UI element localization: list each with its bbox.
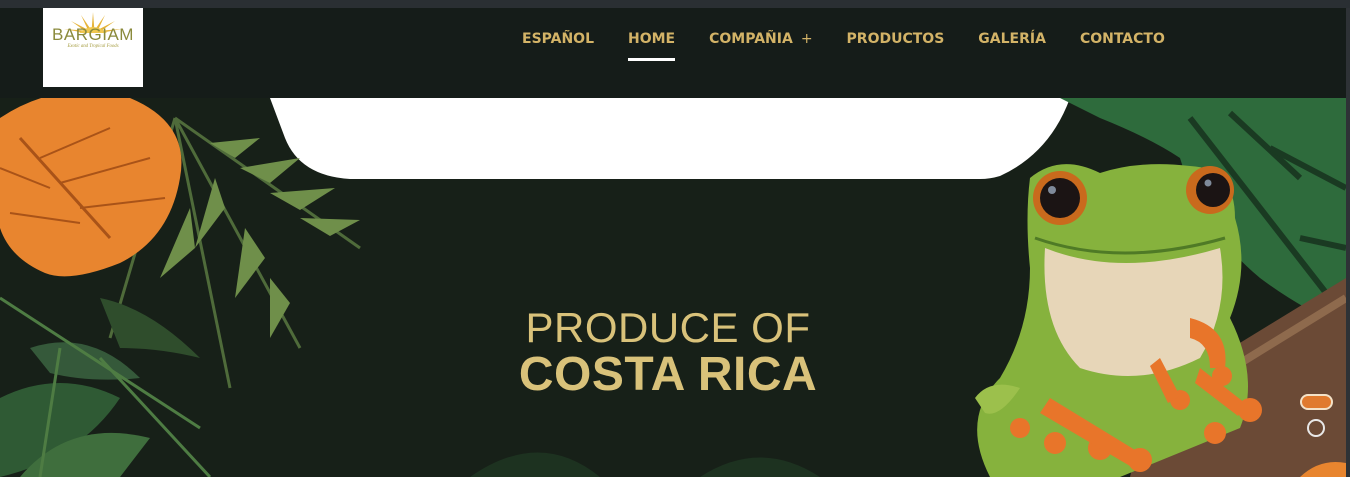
- nav-item-label: COMPAÑIA: [709, 31, 793, 47]
- slider-dot-1[interactable]: [1300, 394, 1333, 410]
- main-nav: ESPAÑOL HOME COMPAÑIA + PRODUCTOS GALERÍA…: [505, 26, 1182, 61]
- submenu-plus-icon[interactable]: +: [801, 31, 813, 47]
- white-panel: [270, 98, 1070, 179]
- nav-item-label: GALERÍA: [978, 31, 1046, 47]
- monstera-leaf-icon: [0, 98, 182, 277]
- nav-item-label: HOME: [628, 31, 676, 47]
- tree-frog-illustration: [975, 164, 1262, 477]
- brand-logo[interactable]: BARGIAM Exotic and Tropical Foods: [43, 8, 143, 87]
- browser-top-strip: [0, 0, 1350, 8]
- brand-name: BARGIAM: [52, 25, 134, 44]
- nav-item-home[interactable]: HOME: [611, 28, 692, 61]
- nav-item-contacto[interactable]: CONTACTO: [1063, 28, 1182, 50]
- hero-headline-line2: COSTA RICA: [518, 348, 818, 401]
- hero-illustration: [0, 98, 1346, 477]
- nav-item-label: CONTACTO: [1079, 31, 1165, 47]
- hero-headline-line1: PRODUCE OF: [525, 304, 811, 351]
- nav-item-productos[interactable]: PRODUCTOS: [830, 28, 962, 50]
- scrollbar[interactable]: [1346, 8, 1350, 477]
- nav-item-compania[interactable]: COMPAÑIA +: [692, 28, 829, 50]
- brand-tagline: Exotic and Tropical Foods: [67, 44, 119, 49]
- hero-slider: PRODUCE OF COSTA RICA: [0, 98, 1346, 477]
- site-header: BARGIAM Exotic and Tropical Foods ESPAÑO…: [0, 8, 1350, 98]
- nav-item-espanol[interactable]: ESPAÑOL: [505, 28, 611, 50]
- slider-dot-2[interactable]: [1307, 419, 1325, 437]
- nav-item-label: PRODUCTOS: [846, 31, 945, 47]
- nav-item-label: ESPAÑOL: [522, 31, 594, 47]
- nav-item-galeria[interactable]: GALERÍA: [961, 28, 1063, 50]
- hero-headline: PRODUCE OF COSTA RICA: [470, 306, 866, 400]
